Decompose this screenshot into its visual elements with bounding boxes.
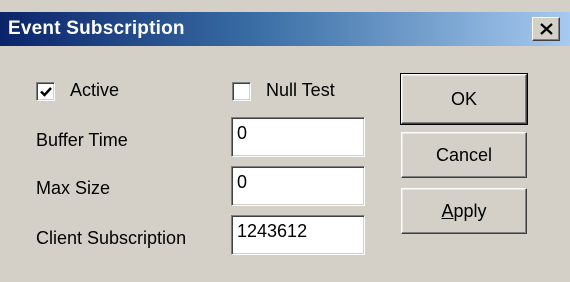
apply-button[interactable]: Apply (401, 188, 527, 234)
window-title: Event Subscription (8, 18, 185, 39)
event-subscription-dialog: Event Subscription Active Null Test Buff… (0, 0, 570, 282)
buffer-time-label: Buffer Time (36, 130, 128, 150)
buffer-time-field[interactable]: 0 (231, 117, 365, 157)
null-test-checkbox[interactable] (232, 82, 251, 101)
client-subscription-field[interactable]: 1243612 (231, 215, 365, 255)
max-size-label: Max Size (36, 178, 111, 198)
null-test-label[interactable]: Null Test (266, 80, 335, 101)
apply-mnemonic: A (441, 201, 454, 221)
close-button[interactable] (532, 17, 560, 41)
apply-label: pply (453, 201, 487, 221)
check-icon (40, 87, 52, 97)
cancel-button[interactable]: Cancel (401, 132, 527, 178)
active-checkbox[interactable] (36, 82, 55, 101)
close-icon (540, 23, 553, 35)
title-bar[interactable]: Event Subscription (0, 12, 570, 46)
active-label[interactable]: Active (70, 80, 119, 101)
client-subscription-label: Client Subscription (36, 228, 187, 248)
max-size-field[interactable]: 0 (231, 166, 365, 206)
ok-button[interactable]: OK (400, 73, 528, 125)
